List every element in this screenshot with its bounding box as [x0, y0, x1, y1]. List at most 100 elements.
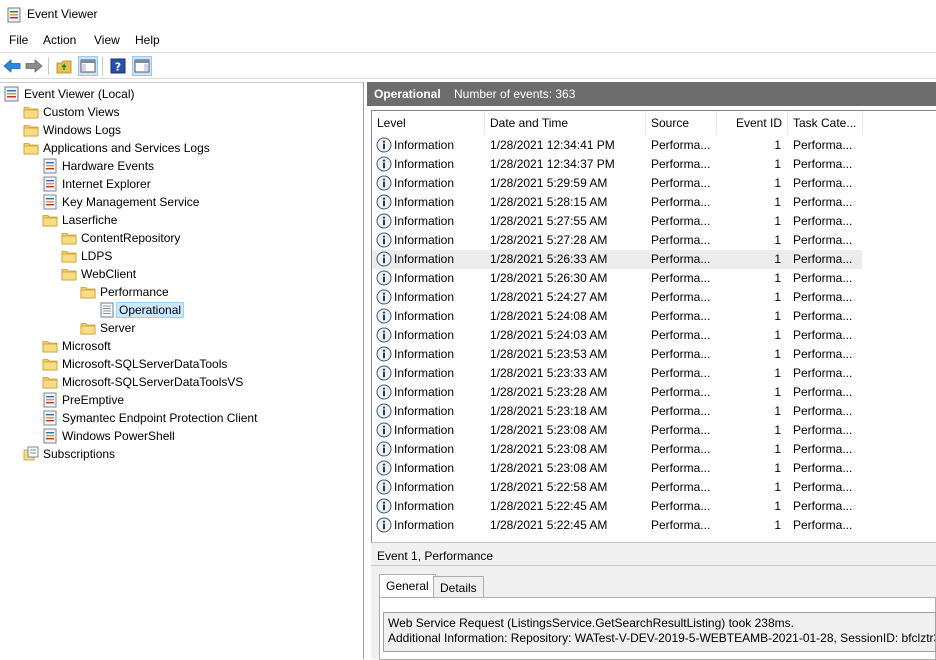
window-title: Event Viewer: [27, 7, 98, 21]
date-time-cell: 1/28/2021 5:23:08 AM: [490, 461, 608, 475]
level-cell: Information: [394, 480, 455, 494]
menu-help[interactable]: Help: [134, 33, 161, 47]
date-time-cell: 1/28/2021 5:22:58 AM: [490, 480, 608, 494]
task-category-cell: Performa...: [793, 366, 853, 380]
table-row[interactable]: Information 1/28/2021 12:34:37 PM Performa…: [372, 155, 862, 174]
information-icon: [376, 422, 392, 438]
tree-item[interactable]: Performance: [0, 283, 360, 301]
tree-item[interactable]: ContentRepository: [0, 229, 360, 247]
table-row[interactable]: Information 1/28/2021 5:28:15 AM Performa.…: [372, 193, 862, 212]
column-header-date-time[interactable]: Date and Time: [485, 111, 646, 135]
table-row[interactable]: Information 1/28/2021 5:23:08 AM Performa.…: [372, 459, 862, 478]
table-row[interactable]: Information 1/28/2021 5:26:33 AM Performa.…: [372, 250, 862, 269]
tab-general[interactable]: General: [379, 574, 436, 598]
menu-action[interactable]: Action: [42, 33, 77, 47]
column-header-task-category[interactable]: Task Cate...: [788, 111, 863, 135]
table-row[interactable]: Information 1/28/2021 5:29:59 AM Performa.…: [372, 174, 862, 193]
date-time-cell: 1/28/2021 5:26:30 AM: [490, 271, 608, 285]
event-viewer-app-icon: [7, 7, 21, 23]
tree-item[interactable]: WebClient: [0, 265, 360, 283]
table-row[interactable]: Information 1/28/2021 5:22:45 AM Performa.…: [372, 516, 862, 535]
table-row[interactable]: Information 1/28/2021 5:23:33 AM Performa.…: [372, 364, 862, 383]
tree-item[interactable]: Subscriptions: [0, 445, 360, 463]
navigation-tree: Event Viewer (Local) Custom Views Windows …: [0, 82, 364, 659]
information-icon: [376, 175, 392, 191]
tree-item-label: Custom Views: [43, 105, 120, 119]
tree-item[interactable]: Symantec Endpoint Protection Client: [0, 409, 360, 427]
date-time-cell: 1/28/2021 5:23:28 AM: [490, 385, 608, 399]
task-category-cell: Performa...: [793, 233, 853, 247]
event-id-cell: 1: [774, 138, 781, 152]
up-folder-icon[interactable]: [54, 56, 74, 76]
forward-icon[interactable]: [24, 56, 44, 76]
column-header-event-id[interactable]: Event ID: [717, 111, 788, 135]
event-id-cell: 1: [774, 290, 781, 304]
tree-item[interactable]: Internet Explorer: [0, 175, 360, 193]
source-cell: Performa...: [651, 499, 711, 513]
event-id-cell: 1: [774, 176, 781, 190]
toolbar-separator: [102, 57, 103, 75]
menu-file[interactable]: File: [8, 33, 29, 47]
column-header-source[interactable]: Source: [646, 111, 717, 135]
event-id-cell: 1: [774, 157, 781, 171]
log-icon: [42, 176, 58, 192]
table-row[interactable]: Information 1/28/2021 5:24:03 AM Performa.…: [372, 326, 862, 345]
information-icon: [376, 213, 392, 229]
task-category-cell: Performa...: [793, 423, 853, 437]
tree-item[interactable]: Windows Logs: [0, 121, 360, 139]
event-id-cell: 1: [774, 366, 781, 380]
tree-item[interactable]: Microsoft-SQLServerDataToolsVS: [0, 373, 360, 391]
table-row[interactable]: Information 1/28/2021 5:24:08 AM Performa.…: [372, 307, 862, 326]
event-description: Web Service Request (ListingsService.Get…: [383, 612, 936, 652]
table-row[interactable]: Information 1/28/2021 5:23:18 AM Performa.…: [372, 402, 862, 421]
tree-item[interactable]: Laserfiche: [0, 211, 360, 229]
event-id-cell: 1: [774, 461, 781, 475]
task-category-cell: Performa...: [793, 480, 853, 494]
tree-item[interactable]: Custom Views: [0, 103, 360, 121]
column-header-level[interactable]: Level: [372, 111, 485, 135]
table-row[interactable]: Information 1/28/2021 5:22:45 AM Performa.…: [372, 497, 862, 516]
information-icon: [376, 308, 392, 324]
table-row[interactable]: Information 1/28/2021 5:27:28 AM Performa.…: [372, 231, 862, 250]
table-row[interactable]: Information 1/28/2021 5:27:55 AM Performa.…: [372, 212, 862, 231]
tree-item[interactable]: LDPS: [0, 247, 360, 265]
tree-item[interactable]: Event Viewer (Local): [0, 85, 360, 103]
log-icon: [42, 428, 58, 444]
show-hide-tree-icon[interactable]: [78, 56, 98, 76]
table-row[interactable]: Information 1/28/2021 5:23:08 AM Performa.…: [372, 421, 862, 440]
level-cell: Information: [394, 499, 455, 513]
source-cell: Performa...: [651, 404, 711, 418]
tree-item[interactable]: Windows PowerShell: [0, 427, 360, 445]
tree-item[interactable]: Microsoft-SQLServerDataTools: [0, 355, 360, 373]
tree-item-label: Microsoft: [62, 339, 111, 353]
event-id-cell: 1: [774, 480, 781, 494]
table-row[interactable]: Information 1/28/2021 5:23:08 AM Performa.…: [372, 440, 862, 459]
task-category-cell: Performa...: [793, 309, 853, 323]
tree-item[interactable]: PreEmptive: [0, 391, 360, 409]
tree-item[interactable]: Microsoft: [0, 337, 360, 355]
tree-item[interactable]: Server: [0, 319, 360, 337]
table-row[interactable]: Information 1/28/2021 5:22:58 AM Performa.…: [372, 478, 862, 497]
table-row[interactable]: Information 1/28/2021 5:23:28 AM Performa.…: [372, 383, 862, 402]
table-row[interactable]: Information 1/28/2021 5:23:53 AM Performa.…: [372, 345, 862, 364]
back-icon[interactable]: [2, 56, 22, 76]
task-category-cell: Performa...: [793, 271, 853, 285]
table-row[interactable]: Information 1/28/2021 12:34:41 PM Performa…: [372, 136, 862, 155]
tree-item[interactable]: Hardware Events: [0, 157, 360, 175]
menu-view[interactable]: View: [93, 33, 121, 47]
task-category-cell: Performa...: [793, 518, 853, 532]
tree-item[interactable]: Operational: [0, 301, 360, 319]
tree-item-label: Windows Logs: [43, 123, 122, 137]
date-time-cell: 1/28/2021 5:27:28 AM: [490, 233, 608, 247]
tree-item[interactable]: Key Management Service: [0, 193, 360, 211]
table-row[interactable]: Information 1/28/2021 5:24:27 AM Performa.…: [372, 288, 862, 307]
help-icon[interactable]: ?: [108, 56, 128, 76]
task-category-cell: Performa...: [793, 404, 853, 418]
level-cell: Information: [394, 518, 455, 532]
tab-details[interactable]: Details: [433, 576, 484, 598]
tree-item[interactable]: Applications and Services Logs: [0, 139, 360, 157]
folder-icon: [80, 320, 96, 336]
table-row[interactable]: Information 1/28/2021 5:26:30 AM Performa.…: [372, 269, 862, 288]
source-cell: Performa...: [651, 290, 711, 304]
show-hide-action-pane-icon[interactable]: [132, 56, 152, 76]
